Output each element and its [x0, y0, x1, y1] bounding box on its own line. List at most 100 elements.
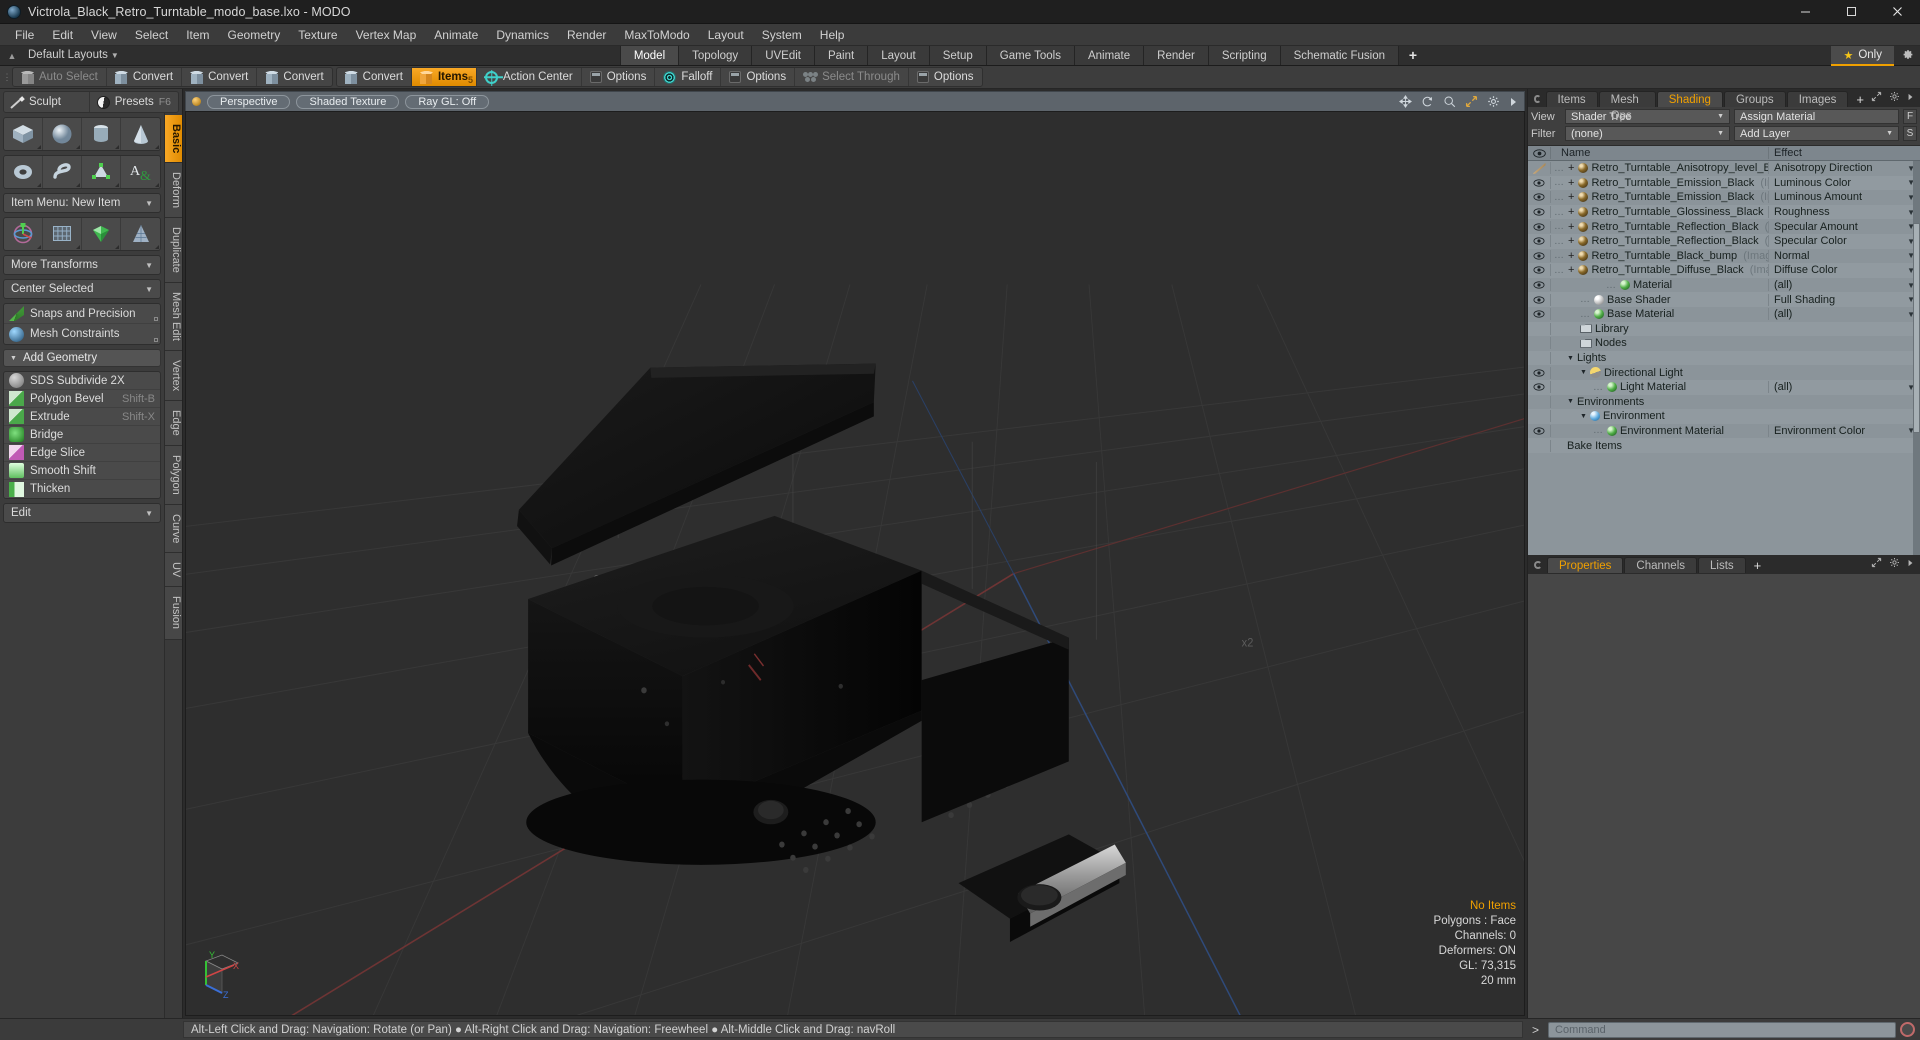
effect-dropdown[interactable]: Environment Color ▼ [1768, 424, 1920, 437]
effect-dropdown[interactable]: Full Shading ▼ [1768, 293, 1920, 306]
tab-channels[interactable]: Channels [1624, 557, 1698, 573]
tab-properties[interactable]: Properties [1547, 557, 1624, 573]
expand-triangle-icon[interactable]: ▼ [1580, 413, 1587, 420]
move-icon[interactable] [1399, 95, 1412, 108]
add-layout-tab-button[interactable]: + [1399, 46, 1427, 65]
visibility-eye-icon[interactable] [1528, 208, 1550, 216]
menu-vertex-map[interactable]: Vertex Map [347, 24, 426, 46]
items-mode-button[interactable]: Items 5 [411, 68, 477, 86]
layout-tab-schematic-fusion[interactable]: Schematic Fusion [1280, 46, 1400, 65]
menu-animate[interactable]: Animate [425, 24, 487, 46]
torus-tool[interactable] [4, 156, 43, 188]
expand-icon[interactable] [1871, 91, 1882, 105]
visibility-eye-icon[interactable] [1528, 193, 1550, 202]
tab-items[interactable]: Items [1545, 91, 1598, 107]
bezier-tool[interactable] [82, 156, 121, 188]
shader-tree-row[interactable]: Library [1528, 321, 1920, 337]
shader-tree-scrollbar[interactable] [1913, 161, 1920, 555]
turntable-3d-model[interactable] [186, 112, 1524, 1015]
layout-tab-topology[interactable]: Topology [679, 46, 753, 65]
viewport-menu-icon[interactable] [192, 97, 201, 106]
convert-button-1[interactable]: Convert [107, 68, 183, 86]
spiral-tool[interactable] [43, 156, 82, 188]
visibility-eye-icon[interactable] [1528, 427, 1550, 435]
cylinder-tool[interactable] [82, 118, 121, 150]
layout-tab-animate[interactable]: Animate [1074, 46, 1145, 65]
add-layer-dropdown[interactable]: Add Layer ▼ [1734, 126, 1899, 141]
scrollbar-thumb[interactable] [1913, 223, 1920, 433]
expand-triangle-icon[interactable]: ▼ [1567, 355, 1574, 362]
add-layer-shortcut[interactable]: S [1903, 126, 1917, 141]
shader-tree[interactable]: Name Effect … + Retro_Turntable_Anisotropy… [1528, 145, 1920, 555]
add-panel-tab-button[interactable]: + [1849, 92, 1871, 107]
effect-dropdown[interactable]: (all) ▼ [1768, 381, 1920, 394]
expand-plus-icon[interactable]: + [1568, 162, 1574, 174]
expand-plus-icon[interactable]: + [1568, 264, 1574, 276]
convert-button-4[interactable]: Convert [337, 68, 412, 86]
tab-groups[interactable]: Groups [1723, 91, 1786, 107]
rotate-icon[interactable] [1421, 95, 1434, 108]
layout-tab-uvedit[interactable]: UVEdit [752, 46, 815, 65]
effect-dropdown[interactable]: (all) ▼ [1768, 308, 1920, 321]
raygl-selector[interactable]: Ray GL: Off [405, 94, 490, 109]
shader-tree-row[interactable]: …+ Retro_Turntable_Emission_Black (Image)… [1528, 190, 1920, 205]
expand-plus-icon[interactable]: + [1568, 221, 1574, 233]
effect-dropdown[interactable]: Roughness ▼ [1768, 206, 1920, 219]
visibility-eye-icon[interactable] [1528, 223, 1550, 231]
text-tool[interactable]: A & [121, 156, 160, 188]
shader-tree-row[interactable]: …+ Retro_Turntable_Emission_Black (Image)… [1528, 175, 1920, 191]
projection-selector[interactable]: Perspective [207, 94, 291, 109]
cone-tool[interactable] [121, 118, 160, 150]
shader-tree-row[interactable]: …+Retro_Turntable_Diffuse_Black (Image)D… [1528, 263, 1920, 278]
effect-dropdown[interactable]: Luminous Amount ▼ [1768, 191, 1920, 204]
menu-texture[interactable]: Texture [289, 24, 346, 46]
action-center-button[interactable]: Action Center [477, 68, 582, 86]
bridge-button[interactable]: Bridge [4, 426, 160, 444]
view-dropdown[interactable]: Shader Tree ▼ [1565, 109, 1730, 124]
only-toggle-button[interactable]: ★ Only [1831, 46, 1894, 66]
visibility-eye-icon[interactable] [1528, 252, 1550, 260]
edit-dropdown[interactable]: Edit ▼ [3, 503, 161, 523]
expand-icon[interactable] [1871, 557, 1882, 571]
vtab-mesh-edit[interactable]: Mesh Edit [165, 283, 182, 352]
vtab-polygon[interactable]: Polygon [165, 446, 182, 505]
convert-button-3[interactable]: Convert [257, 68, 331, 86]
layout-tab-paint[interactable]: Paint [814, 46, 869, 65]
add-properties-tab-button[interactable]: + [1747, 558, 1769, 573]
gear-icon[interactable] [1487, 95, 1500, 108]
shader-tree-row[interactable]: …+ Retro_Turntable_Anisotropy_level_Black… [1528, 161, 1920, 176]
assign-material-shortcut[interactable]: F [1903, 109, 1917, 124]
menu-file[interactable]: File [6, 24, 43, 46]
center-selected-dropdown[interactable]: Center Selected ▼ [3, 279, 161, 299]
action-center-options-button[interactable]: Options [582, 68, 656, 86]
radial-array-tool[interactable] [121, 218, 160, 250]
expand-plus-icon[interactable]: + [1568, 191, 1574, 203]
layout-tab-scripting[interactable]: Scripting [1208, 46, 1281, 65]
mesh-constraints-button[interactable]: Mesh Constraints [4, 324, 160, 344]
select-through-button[interactable]: Select Through [795, 68, 909, 86]
menu-select[interactable]: Select [126, 24, 177, 46]
chevron-right-icon[interactable] [1509, 96, 1518, 108]
toolbar-grip[interactable]: ⋮ [2, 66, 12, 88]
layout-tab-setup[interactable]: Setup [929, 46, 987, 65]
snaps-options-icon[interactable] [154, 317, 158, 321]
visibility-eye-icon[interactable] [1528, 281, 1550, 289]
visibility-eye-icon[interactable] [1528, 296, 1550, 304]
cube-tool[interactable] [4, 118, 43, 150]
polygon-bevel-button[interactable]: Polygon Bevel Shift-B [4, 390, 160, 408]
maximize-button[interactable] [1828, 0, 1874, 24]
panel-menu-icon[interactable] [1534, 561, 1542, 569]
sds-subdivide-button[interactable]: SDS Subdivide 2X [4, 372, 160, 390]
record-icon[interactable] [1900, 1022, 1915, 1037]
layout-tab-model[interactable]: Model [619, 46, 680, 65]
select-through-options-button[interactable]: Options [909, 68, 982, 86]
visibility-eye-icon[interactable] [1528, 369, 1550, 377]
thicken-button[interactable]: Thicken [4, 480, 160, 498]
chevron-right-icon[interactable] [1907, 557, 1914, 571]
mirror-tool[interactable] [82, 218, 121, 250]
gear-icon[interactable] [1894, 48, 1920, 64]
menu-view[interactable]: View [82, 24, 126, 46]
3d-viewport[interactable]: 2 x2 [185, 111, 1525, 1016]
layout-tab-game-tools[interactable]: Game Tools [986, 46, 1075, 65]
shader-tree-row[interactable]: … Material (all) ▼ [1528, 277, 1920, 293]
